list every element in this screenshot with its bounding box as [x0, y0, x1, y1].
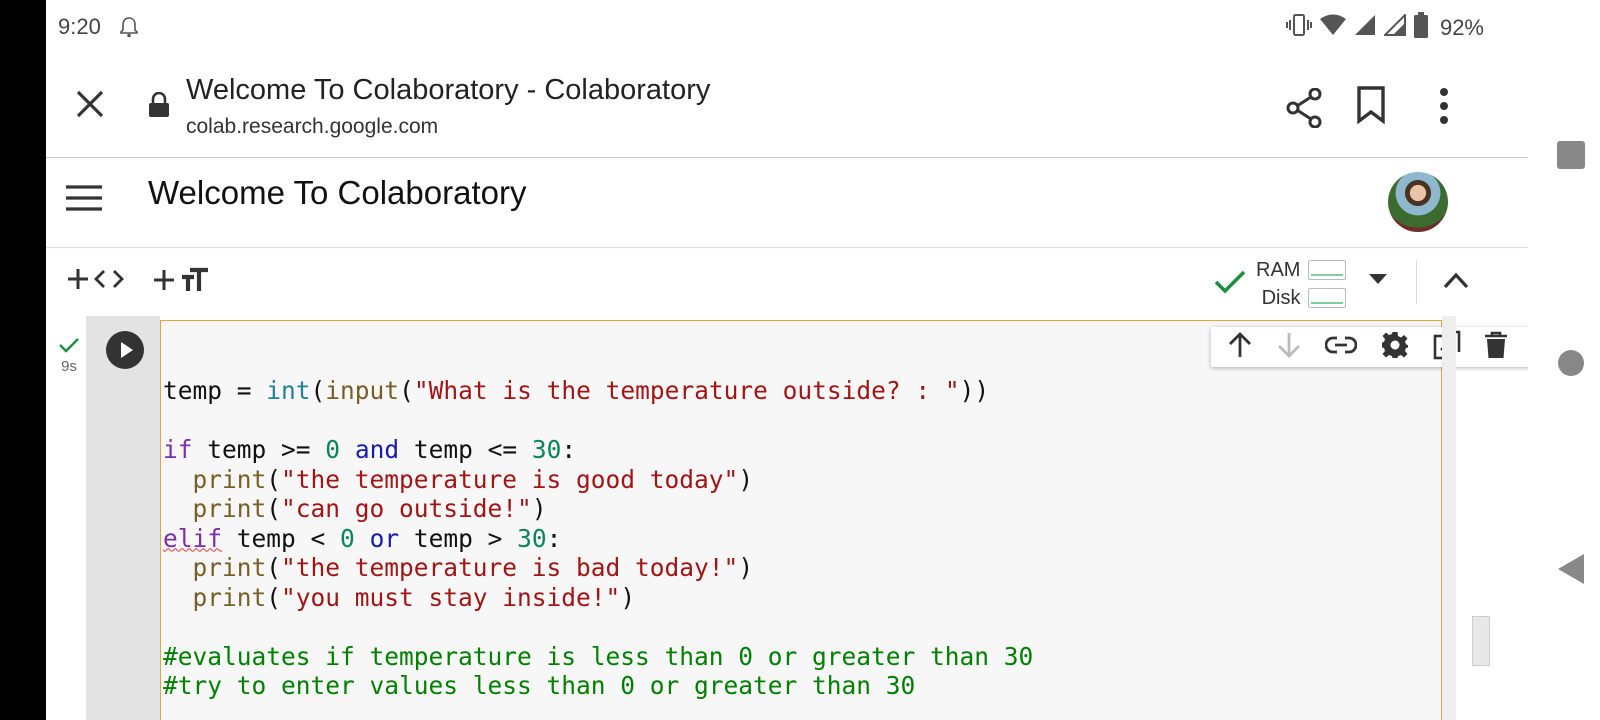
text-format-icon [182, 267, 208, 291]
android-nav-bar [1528, 0, 1600, 720]
cell-right-gutter [1442, 316, 1456, 720]
browser-toolbar: Welcome To Colaboratory - Colaboratory c… [46, 58, 1528, 158]
close-icon[interactable] [74, 88, 106, 125]
code-line: temp = int(input("What is the temperatur… [163, 376, 990, 405]
add-code-button[interactable] [66, 267, 124, 291]
status-bar: 9:20 92% [46, 0, 1528, 54]
cell-gutter [86, 316, 160, 720]
disk-meter [1308, 288, 1347, 308]
code-line: #try to enter values less than 0 or grea… [163, 671, 916, 700]
gear-icon[interactable] [1380, 330, 1410, 365]
code-line: print("can go outside!") [192, 494, 547, 523]
code-content[interactable]: temp = int(input("What is the temperatur… [163, 376, 1033, 701]
page-title: Welcome To Colaboratory - Colaboratory [186, 74, 711, 106]
notebook-toolbar: RAM Disk [46, 250, 1528, 316]
more-vert-icon[interactable] [1438, 86, 1450, 131]
cell-area: 9s temp = int(input("What is the tempera… [46, 316, 1528, 720]
ram-meter [1308, 260, 1347, 280]
toolbar-divider [1416, 260, 1417, 304]
circle-icon[interactable] [1556, 348, 1586, 383]
share-icon[interactable] [1286, 87, 1322, 133]
battery-icon [1413, 12, 1428, 44]
notebook-title[interactable]: Welcome To Colaboratory [148, 174, 526, 212]
arrow-down-icon[interactable] [1276, 331, 1302, 364]
add-text-button[interactable] [152, 267, 210, 293]
status-time: 9:20 [58, 14, 101, 39]
plus-icon [68, 269, 88, 289]
bell-icon [120, 16, 138, 44]
avatar[interactable] [1388, 172, 1448, 232]
code-line: if temp >= 0 and temp <= 30: [163, 435, 577, 464]
resource-meters[interactable]: RAM Disk [1256, 256, 1347, 312]
signal-icon [1354, 14, 1376, 42]
lock-icon[interactable] [148, 91, 170, 123]
square-icon[interactable] [1556, 140, 1586, 175]
code-line: print("the temperature is bad today!") [192, 553, 754, 582]
back-triangle-icon[interactable] [1556, 553, 1586, 590]
disk-label: Disk [1261, 287, 1301, 309]
run-cell-button[interactable] [106, 331, 144, 369]
execution-time: 9s [61, 358, 77, 375]
bookmark-icon[interactable] [1356, 86, 1386, 129]
code-icon [94, 270, 124, 288]
code-line: elif temp < 0 or temp > 30: [163, 523, 562, 553]
signal-icon-2 [1382, 12, 1406, 42]
code-line: print("you must stay inside!") [192, 582, 636, 612]
vibrate-icon [1285, 13, 1312, 43]
check-icon [1214, 268, 1246, 301]
trash-icon[interactable] [1484, 331, 1508, 364]
code-editor[interactable]: temp = int(input("What is the temperatur… [160, 320, 1528, 720]
collapse-icon[interactable] [1442, 270, 1470, 295]
battery-percent: 92% [1439, 15, 1484, 40]
check-icon [59, 338, 79, 353]
code-line: print("the temperature is good today") [192, 464, 754, 494]
plus-icon [154, 270, 174, 290]
ram-label: RAM [1256, 259, 1301, 281]
page-url[interactable]: colab.research.google.com [186, 115, 438, 139]
link-icon[interactable] [1324, 335, 1358, 360]
execution-status: 9s [58, 336, 80, 375]
arrow-up-icon[interactable] [1227, 331, 1253, 364]
dropdown-icon[interactable] [1368, 272, 1388, 290]
wifi-icon [1319, 14, 1346, 42]
notebook-header: Welcome To Colaboratory [46, 158, 1528, 248]
cell-toolbar [1211, 327, 1528, 367]
hamburger-menu-icon[interactable] [66, 184, 102, 217]
scrollbar-thumb[interactable] [1472, 616, 1490, 666]
phone-screen: 9:20 92% Welcome To Colaboratory - Colab… [46, 0, 1528, 720]
code-line: #evaluates if temperature is less than 0… [163, 641, 1034, 671]
